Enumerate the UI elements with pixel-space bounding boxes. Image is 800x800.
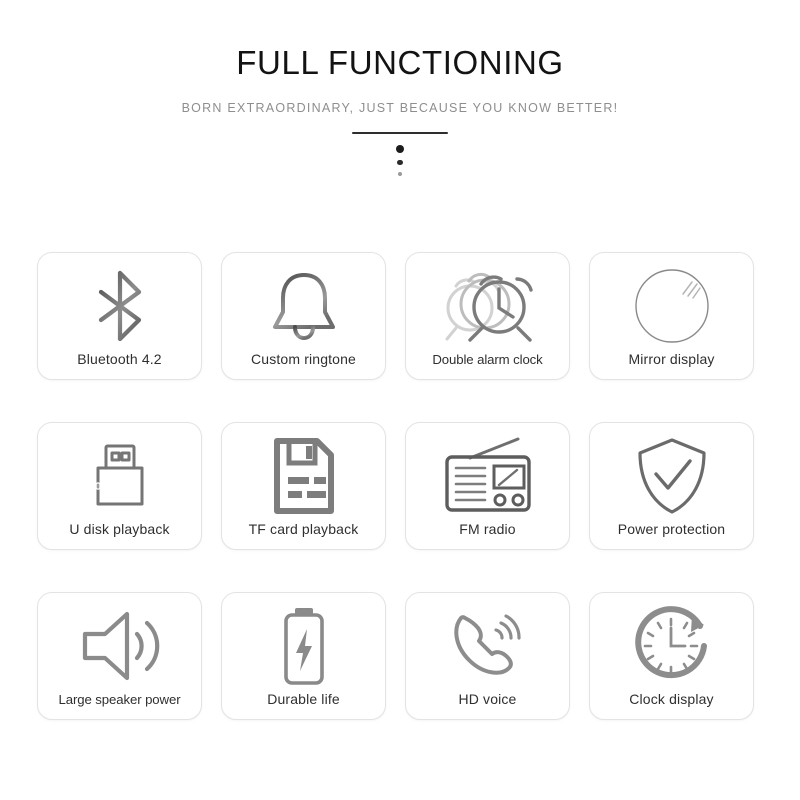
memory-card-icon [222, 423, 385, 522]
feature-label: U disk playback [69, 521, 170, 537]
divider-dot-small [398, 172, 402, 177]
feature-label: Power protection [617, 521, 726, 537]
feature-label: Custom ringtone [251, 351, 356, 367]
feature-card-custom-ringtone[interactable]: Custom ringtone [221, 252, 386, 380]
feature-card-large-speaker-power[interactable]: Large speaker power [37, 592, 202, 720]
feature-label: Mirror display [628, 351, 715, 367]
feature-card-durable-life[interactable]: Durable life [221, 592, 386, 720]
mirror-circle-icon [590, 253, 753, 352]
divider-dot-large [396, 144, 404, 153]
feature-label: Clock display [629, 691, 714, 707]
feature-card-u-disk-playback[interactable]: U disk playback [37, 422, 202, 550]
bell-icon [222, 253, 385, 352]
page-title: FULL FUNCTIONING [236, 44, 564, 81]
shield-check-icon [590, 423, 753, 522]
feature-showcase-page: FULL FUNCTIONING BORN EXTRAORDINARY, JUS… [0, 0, 800, 800]
usb-drive-icon [38, 423, 201, 522]
divider-dot-medium [397, 159, 403, 166]
feature-card-bluetooth[interactable]: Bluetooth 4.2 [37, 252, 202, 380]
feature-label: FM radio [459, 521, 516, 537]
clock-arrow-icon [590, 593, 753, 692]
feature-label: HD voice [458, 691, 517, 707]
feature-label: Durable life [267, 691, 340, 707]
phone-handset-waves-icon [406, 593, 569, 692]
feature-card-double-alarm-clock[interactable]: Double alarm clock [405, 252, 570, 380]
battery-bolt-icon [222, 593, 385, 692]
radio-icon [406, 423, 569, 522]
feature-grid: Bluetooth 4.2 Custom ringtone Double ala… [37, 252, 754, 720]
page-subtitle: BORN EXTRAORDINARY, JUST BECAUSE YOU KNO… [181, 100, 619, 115]
feature-card-hd-voice[interactable]: HD voice [405, 592, 570, 720]
feature-card-mirror-display[interactable]: Mirror display [589, 252, 754, 380]
speaker-waves-icon [38, 593, 201, 693]
divider-dots [396, 144, 404, 177]
double-alarm-clock-icon [406, 253, 569, 353]
feature-label: Large speaker power [58, 691, 181, 707]
page-header: FULL FUNCTIONING BORN EXTRAORDINARY, JUS… [0, 0, 800, 177]
feature-label: Double alarm clock [432, 351, 543, 367]
bluetooth-icon [38, 253, 201, 352]
feature-label: TF card playback [248, 521, 359, 537]
feature-card-fm-radio[interactable]: FM radio [405, 422, 570, 550]
feature-card-power-protection[interactable]: Power protection [589, 422, 754, 550]
feature-label: Bluetooth 4.2 [77, 351, 162, 367]
divider-line [352, 131, 448, 134]
divider-ornament [0, 131, 800, 177]
feature-card-clock-display[interactable]: Clock display [589, 592, 754, 720]
feature-card-tf-card-playback[interactable]: TF card playback [221, 422, 386, 550]
